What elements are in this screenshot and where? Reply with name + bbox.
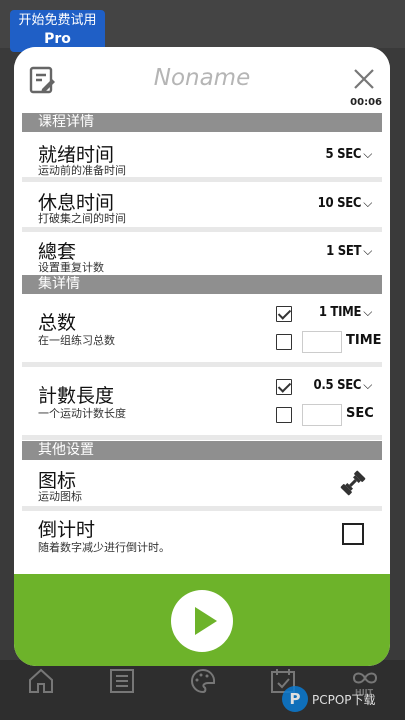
count-length-preset-checkbox[interactable] bbox=[276, 379, 292, 395]
rest-time-dropdown[interactable]: 10 SEC ⌵ bbox=[317, 196, 373, 211]
row-ready-time[interactable]: 就绪时间 运动前的准备时间 5 SEC ⌵ bbox=[22, 132, 382, 182]
ready-time-sub: 运动前的准备时间 bbox=[38, 164, 126, 177]
chevron-down-icon: ⌵ bbox=[363, 244, 372, 258]
workout-dialog: Noname 00:06 课程详情 就绪时间 运动前的准备时间 5 SEC ⌵ 休… bbox=[14, 47, 390, 666]
row-countdown[interactable]: 倒计时 随着数字减少进行倒计时。 bbox=[22, 511, 382, 561]
watermark: P PCPOP下载 bbox=[282, 684, 376, 714]
section-course-details: 课程详情 bbox=[22, 113, 382, 132]
home-icon[interactable] bbox=[26, 666, 56, 696]
pro-label: Pro bbox=[44, 31, 71, 47]
ready-time-dropdown[interactable]: 5 SEC ⌵ bbox=[325, 147, 372, 162]
countdown-checkbox[interactable] bbox=[342, 523, 364, 545]
countdown-sub: 随着数字减少进行倒计时。 bbox=[38, 541, 170, 554]
row-icon[interactable]: 图标 运动图标 bbox=[22, 460, 382, 511]
total-count-custom-checkbox[interactable] bbox=[276, 334, 292, 350]
row-total-sets[interactable]: 總套 设置重复计数 1 SET ⌵ bbox=[22, 232, 382, 274]
total-count-value: 1 TIME bbox=[318, 305, 362, 320]
watermark-logo-icon: P bbox=[282, 686, 308, 712]
free-trial-button[interactable]: 开始免费试用 Pro bbox=[10, 10, 105, 52]
rest-time-value: 10 SEC bbox=[317, 196, 362, 211]
ready-time-value: 5 SEC bbox=[325, 147, 362, 162]
total-count-sub: 在一组练习总数 bbox=[38, 334, 115, 347]
total-count-input[interactable] bbox=[302, 331, 342, 353]
list-icon[interactable] bbox=[107, 666, 137, 696]
count-length-custom-checkbox[interactable] bbox=[276, 407, 292, 423]
count-length-sub: 一个运动计数长度 bbox=[38, 407, 126, 420]
count-length-label: 計數長度 bbox=[38, 385, 115, 407]
countdown-label: 倒计时 bbox=[38, 519, 96, 541]
chevron-down-icon: ⌵ bbox=[363, 196, 372, 210]
total-count-unit: TIME bbox=[346, 333, 382, 348]
palette-icon[interactable] bbox=[188, 666, 218, 696]
count-length-unit: SEC bbox=[346, 406, 374, 421]
free-trial-label: 开始免费试用 bbox=[18, 13, 97, 28]
row-total-count[interactable]: 总数 在一组练习总数 1 TIME ⌵ TIME bbox=[22, 294, 382, 367]
dumbbell-icon[interactable] bbox=[338, 468, 368, 498]
watermark-text: PCPOP下载 bbox=[312, 692, 376, 707]
dialog-header: Noname 00:06 bbox=[14, 47, 390, 112]
count-length-value: 0.5 SEC bbox=[313, 378, 362, 393]
row-count-length[interactable]: 計數長度 一个运动计数长度 0.5 SEC ⌵ SEC bbox=[22, 367, 382, 440]
icon-sub: 运动图标 bbox=[38, 490, 82, 503]
chevron-down-icon: ⌵ bbox=[363, 305, 372, 319]
section-set-details: 集详情 bbox=[22, 275, 382, 294]
row-rest-time[interactable]: 休息时间 打破集之间的时间 10 SEC ⌵ bbox=[22, 182, 382, 232]
total-sets-dropdown[interactable]: 1 SET ⌵ bbox=[326, 244, 372, 259]
close-icon[interactable] bbox=[352, 67, 376, 91]
play-button[interactable] bbox=[171, 590, 233, 652]
chevron-down-icon: ⌵ bbox=[363, 378, 372, 392]
chevron-down-icon: ⌵ bbox=[363, 147, 372, 161]
dialog-title[interactable]: Noname bbox=[74, 65, 330, 91]
rest-time-sub: 打破集之间的时间 bbox=[38, 212, 126, 225]
total-count-label: 总数 bbox=[38, 312, 77, 334]
total-count-dropdown[interactable]: 1 TIME ⌵ bbox=[319, 305, 372, 320]
section-other-settings: 其他设置 bbox=[22, 441, 382, 460]
total-timer: 00:06 bbox=[350, 97, 382, 108]
total-sets-sub: 设置重复计数 bbox=[38, 261, 104, 274]
edit-icon[interactable] bbox=[28, 65, 58, 95]
total-count-times-checkbox[interactable] bbox=[276, 306, 292, 322]
count-length-input[interactable] bbox=[302, 404, 342, 426]
count-length-dropdown[interactable]: 0.5 SEC ⌵ bbox=[313, 378, 373, 393]
total-sets-value: 1 SET bbox=[326, 244, 362, 259]
settings-list: 课程详情 就绪时间 运动前的准备时间 5 SEC ⌵ 休息时间 打破集之间的时间 … bbox=[22, 112, 382, 561]
start-bar bbox=[14, 574, 390, 666]
